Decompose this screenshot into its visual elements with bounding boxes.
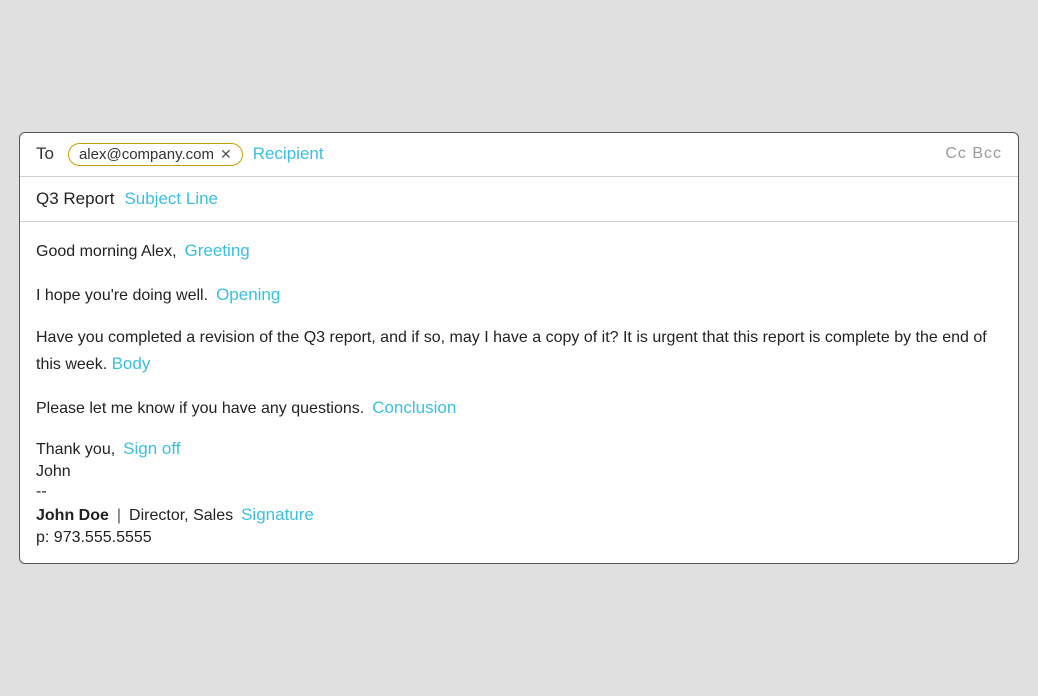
recipient-annotation: Recipient [253, 144, 324, 164]
recipient-email: alex@company.com [79, 146, 214, 163]
signoff-dashes: -- [36, 483, 1002, 501]
to-label: To [36, 144, 54, 164]
subject-row: Q3 Report Subject Line [20, 177, 1018, 222]
email-body: Good morning Alex, Greeting I hope you'r… [20, 222, 1018, 564]
signature-title: Director, Sales [129, 507, 233, 525]
body-text: Have you completed a revision of the Q3 … [36, 329, 987, 373]
to-row: To alex@company.com ✕ Recipient Cc Bcc [20, 133, 1018, 177]
signoff-block: Thank you, Sign off John -- John Doe | D… [36, 439, 1002, 547]
conclusion-line: Please let me know if you have any quest… [36, 395, 1002, 421]
cc-bcc-button[interactable]: Cc Bcc [945, 145, 1002, 163]
remove-recipient-button[interactable]: ✕ [220, 147, 232, 161]
body-annotation: Body [112, 354, 151, 373]
email-composer: To alex@company.com ✕ Recipient Cc Bcc Q… [19, 132, 1019, 565]
signature-annotation: Signature [241, 505, 314, 525]
greeting-annotation: Greeting [185, 238, 250, 264]
signature-separator: | [117, 507, 121, 525]
opening-text: I hope you're doing well. [36, 284, 208, 308]
greeting-text: Good morning Alex, [36, 240, 177, 264]
opening-line: I hope you're doing well. Opening [36, 282, 1002, 308]
signature-bold-name: John Doe [36, 507, 109, 525]
opening-annotation: Opening [216, 282, 280, 308]
signoff-annotation: Sign off [123, 439, 180, 459]
signature-line: John Doe | Director, Sales Signature [36, 505, 1002, 525]
conclusion-text: Please let me know if you have any quest… [36, 397, 364, 421]
signoff-line: Thank you, Sign off [36, 439, 1002, 459]
signoff-name: John [36, 463, 1002, 481]
body-paragraph: Have you completed a revision of the Q3 … [36, 326, 1002, 378]
signature-phone: p: 973.555.5555 [36, 529, 1002, 547]
signoff-text: Thank you, [36, 441, 115, 459]
conclusion-annotation: Conclusion [372, 395, 456, 421]
subject-annotation: Subject Line [124, 189, 218, 209]
subject-text: Q3 Report [36, 189, 114, 209]
greeting-line: Good morning Alex, Greeting [36, 238, 1002, 264]
recipient-chip[interactable]: alex@company.com ✕ [68, 143, 243, 166]
